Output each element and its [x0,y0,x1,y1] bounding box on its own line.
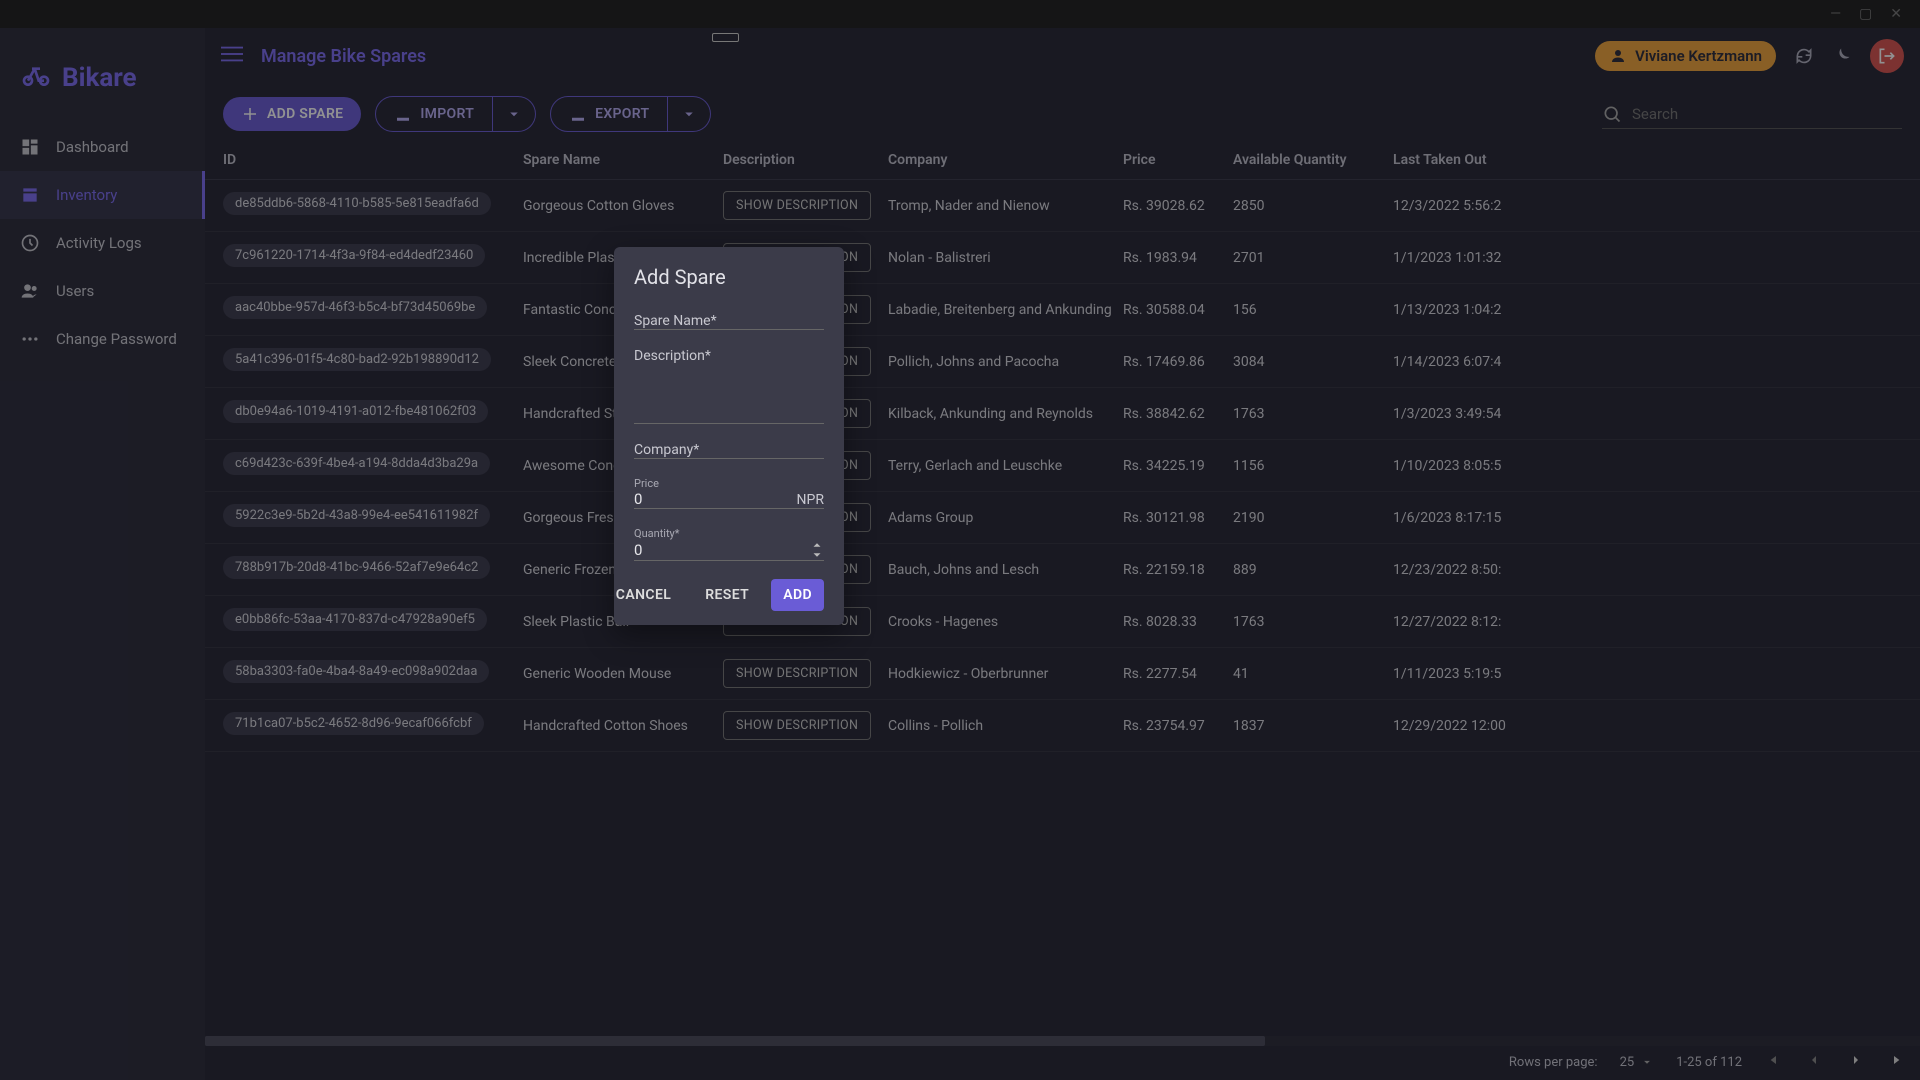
chevron-up-icon[interactable] [810,540,824,550]
add-button[interactable]: ADD [771,579,824,611]
company-field[interactable]: Company* [634,442,824,459]
quantity-label: Quantity* [634,527,824,540]
price-input[interactable]: 0 [634,490,642,508]
description-label: Description* [634,348,824,364]
chevron-down-icon[interactable] [810,550,824,560]
dialog-title: Add Spare [634,265,824,289]
recorder-indicator [712,33,739,42]
add-spare-dialog: Add Spare Spare Name* Description* Compa… [614,247,844,625]
company-label: Company* [634,442,824,458]
reset-button[interactable]: RESET [693,579,761,611]
price-field[interactable]: Price 0 NPR [634,477,824,509]
cancel-button[interactable]: CANCEL [604,579,683,611]
description-field[interactable]: Description* [634,348,824,424]
quantity-input[interactable]: 0 [634,541,642,559]
currency-label: NPR [797,492,824,508]
modal-backdrop[interactable] [0,0,1920,1080]
spare-name-field[interactable]: Spare Name* [634,313,824,330]
price-label: Price [634,477,824,490]
quantity-field[interactable]: Quantity* 0 [634,527,824,561]
spare-name-label: Spare Name* [634,313,824,329]
